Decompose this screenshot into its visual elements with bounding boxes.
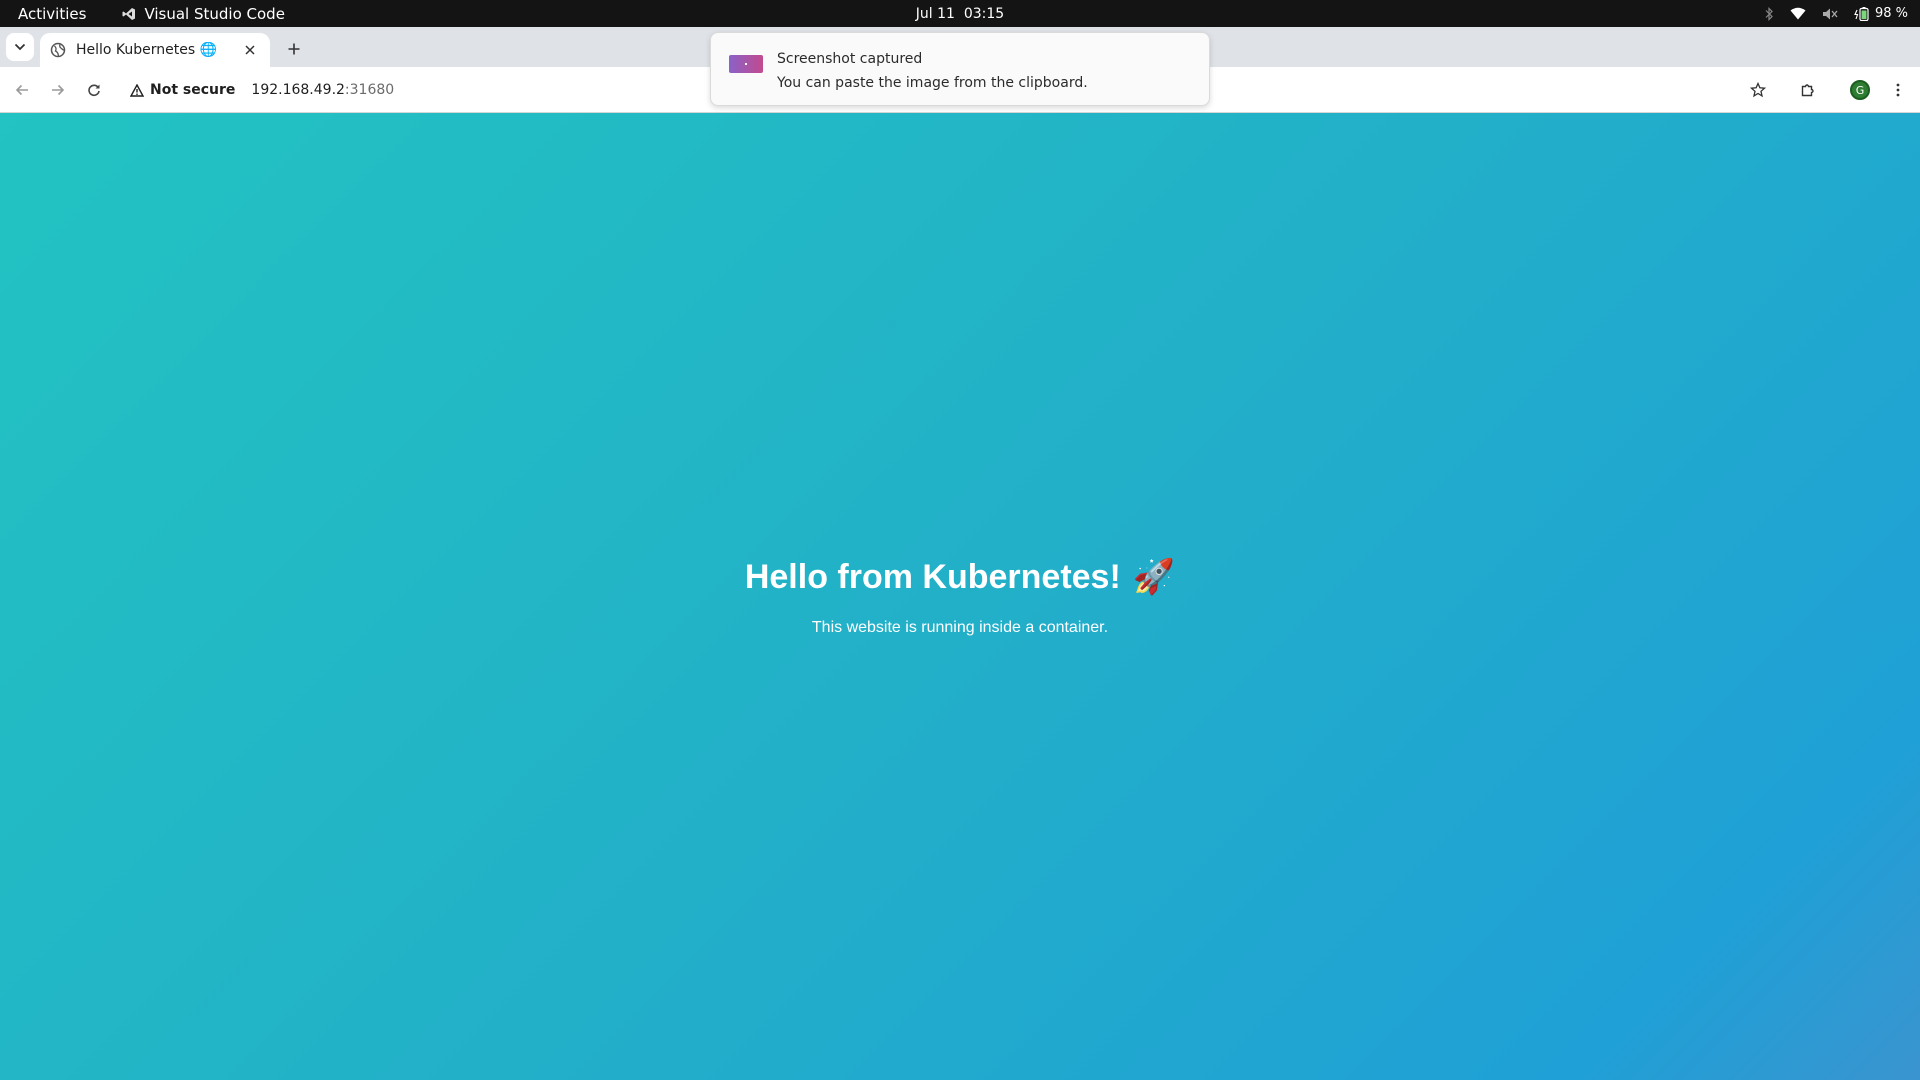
screenshot-notification[interactable]: Screenshot captured You can paste the im… [710,32,1210,106]
vscode-icon [122,7,136,20]
avatar: G [1850,80,1870,100]
new-tab-button[interactable] [282,37,306,61]
clock[interactable]: Jul 11 03:15 [0,6,1920,22]
screenshot-thumbnail [729,55,763,73]
url-host: 192.168.49.2 [251,82,345,98]
rocket-icon: 🚀 [1132,558,1176,596]
app-menu[interactable]: Visual Studio Code [122,5,285,23]
wifi-icon [1790,7,1806,20]
system-top-bar: Activities Visual Studio Code Jul 11 03:… [0,0,1920,27]
globe-icon [50,42,66,58]
app-name: Visual Studio Code [144,4,285,23]
puzzle-icon [1801,84,1814,97]
tab-hello-kubernetes[interactable]: Hello Kubernetes 🌐 [40,33,270,67]
heading-text: Hello from Kubernetes! [744,557,1121,596]
notification-text: Screenshot captured You can paste the im… [777,47,1088,95]
close-tab-button[interactable] [240,40,260,60]
chevron-down-icon [14,43,26,51]
plus-icon [288,43,300,55]
page-heading: Hello from Kubernetes! 🚀 [745,557,1175,597]
battery-charging-icon [1854,6,1869,21]
reload-button[interactable] [82,78,106,102]
bookmark-button[interactable] [1746,78,1770,102]
battery-percentage: 98 % [1874,6,1908,21]
page-viewport: Hello from Kubernetes! 🚀 This website is… [0,113,1920,1080]
system-tray[interactable]: 98 % [1764,0,1908,27]
notification-body: You can paste the image from the clipboa… [777,75,1088,91]
more-vert-icon [1896,83,1900,97]
page-subtitle: This website is running inside a contain… [811,619,1109,636]
clock-date: Jul 11 [915,5,955,22]
arrow-left-icon [15,84,28,96]
activities-button[interactable]: Activities [18,5,86,23]
volume-muted-icon [1822,8,1838,19]
tab-title: Hello Kubernetes 🌐 [76,42,218,58]
hero: Hello from Kubernetes! 🚀 This website is… [0,557,1920,637]
extensions-button[interactable] [1796,78,1820,102]
back-button[interactable] [10,78,34,102]
clock-time: 03:15 [963,5,1005,22]
forward-button[interactable] [46,78,70,102]
tab-search-button[interactable] [6,33,34,61]
url-text[interactable]: 192.168.49.2:31680 [251,82,394,98]
star-icon [1750,82,1766,98]
reload-icon [88,84,100,97]
warning-icon [130,83,144,97]
profile-button[interactable]: G [1848,78,1872,102]
url-port: :31680 [344,82,395,98]
bluetooth-icon [1765,6,1773,21]
browser-menu-button[interactable] [1886,78,1910,102]
notification-title: Screenshot captured [777,51,923,67]
arrow-right-icon [52,84,65,96]
close-icon [245,45,255,55]
security-label: Not secure [150,82,236,98]
security-indicator[interactable]: Not secure [130,82,235,98]
